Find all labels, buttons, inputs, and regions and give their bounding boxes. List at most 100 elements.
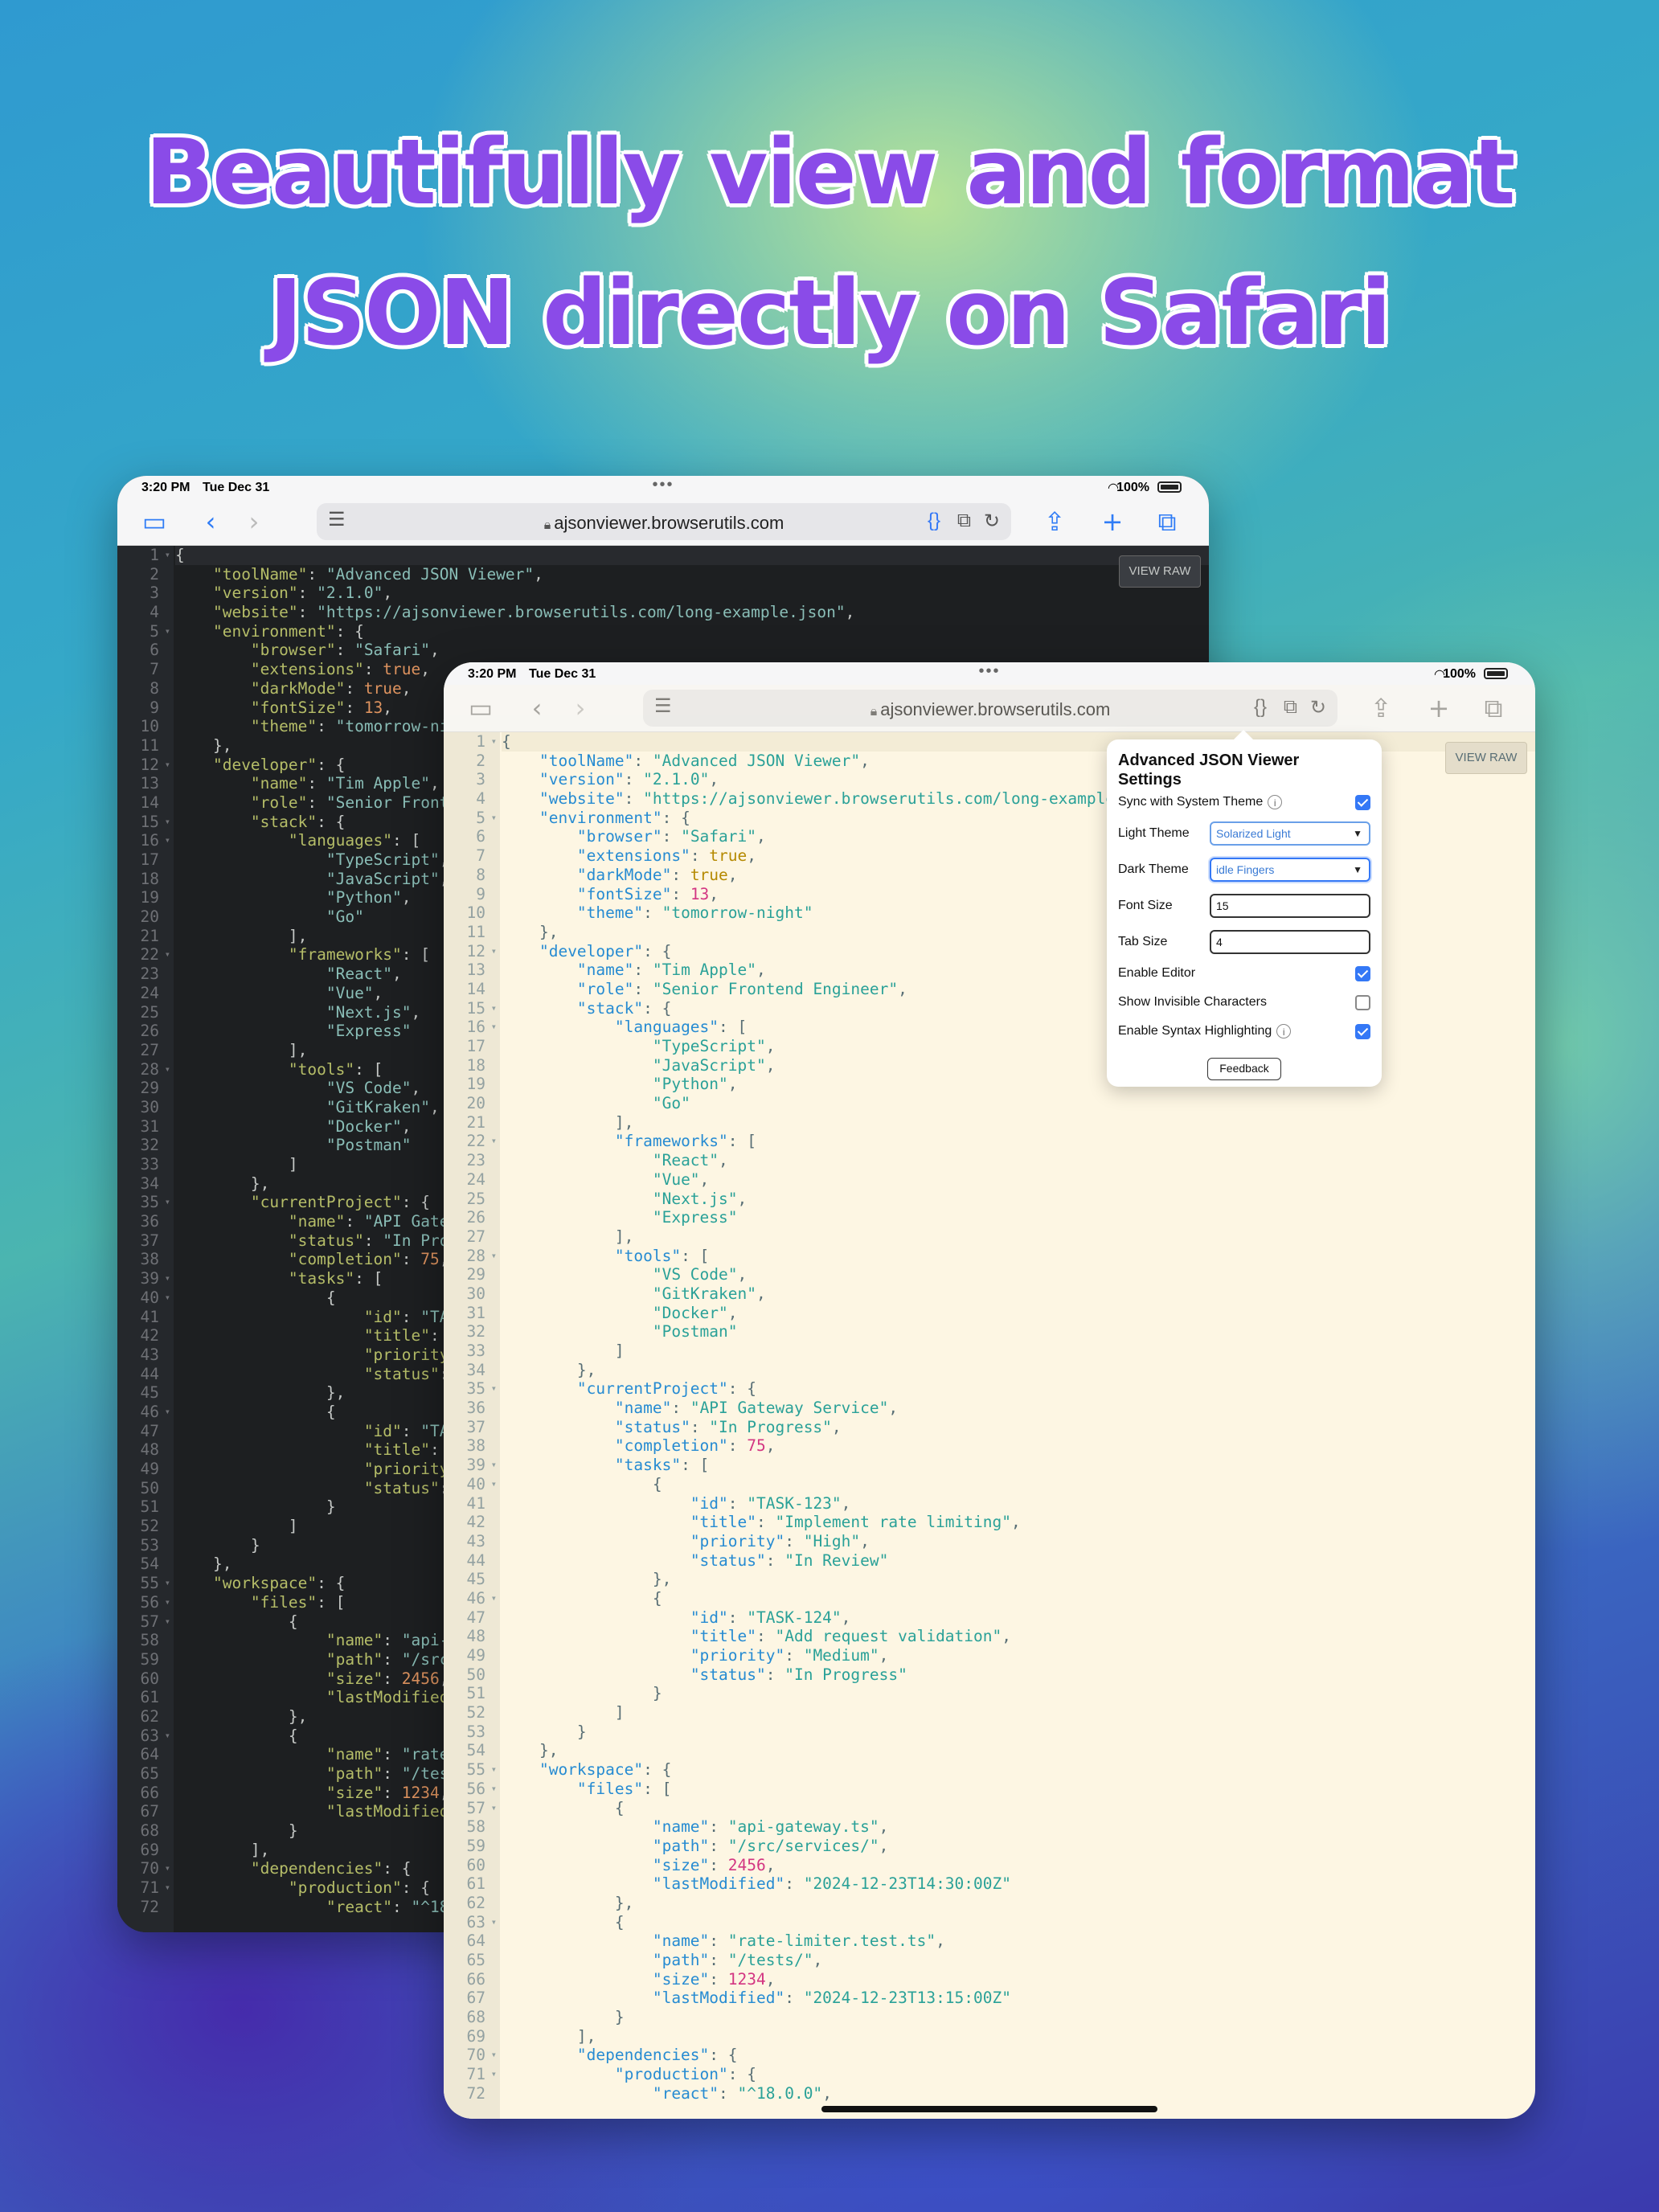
fold-arrow-icon[interactable]: ▾ [491, 1132, 497, 1151]
view-raw-button[interactable]: VIEW RAW [1119, 555, 1201, 588]
fold-arrow-icon[interactable]: ▾ [165, 546, 170, 565]
dark-theme-select[interactable]: idle Fingers ▼ [1210, 858, 1370, 882]
fold-arrow-icon[interactable]: ▾ [165, 1193, 170, 1212]
code-line[interactable]: "production": { [502, 2065, 1535, 2084]
code-line[interactable]: "workspace": { [502, 1760, 1535, 1780]
setting-show-invisible[interactable]: Show Invisible Characters [1118, 989, 1370, 1015]
fold-arrow-icon[interactable]: ▾ [165, 1878, 170, 1898]
code-line[interactable]: "name": "api-gateway.ts", [502, 1817, 1535, 1837]
code-line[interactable]: "website": "https://ajsonviewer.browseru… [175, 603, 1209, 622]
code-line[interactable]: ], [502, 1227, 1535, 1247]
code-line[interactable]: } [502, 2008, 1535, 2027]
sidebar-icon[interactable]: ▭ [138, 506, 170, 537]
fold-arrow-icon[interactable]: ▾ [165, 1288, 170, 1308]
code-line[interactable]: "priority": "Medium", [502, 1646, 1535, 1665]
forward-chevron-icon[interactable]: › [564, 693, 596, 723]
fold-arrow-icon[interactable]: ▾ [491, 1760, 497, 1780]
info-icon[interactable]: i [1268, 794, 1283, 809]
code-line[interactable]: "react": "^18.0.0", [502, 2084, 1535, 2103]
fold-arrow-icon[interactable]: ▾ [165, 1574, 170, 1593]
reload-icon[interactable]: ↻ [1310, 696, 1326, 719]
new-tab-plus-icon[interactable]: + [1096, 506, 1129, 537]
code-line[interactable]: "path": "/tests/", [502, 1951, 1535, 1970]
code-line[interactable]: "Docker", [502, 1304, 1535, 1323]
setting-dark-theme[interactable]: Dark Theme idle Fingers ▼ [1118, 857, 1370, 883]
extension-icon[interactable]: ⧉ [957, 510, 971, 532]
fold-arrow-icon[interactable]: ▾ [165, 1269, 170, 1288]
code-line[interactable]: ] [502, 1342, 1535, 1361]
fold-arrow-icon[interactable]: ▾ [165, 1727, 170, 1746]
fold-arrow-icon[interactable]: ▾ [491, 1799, 497, 1818]
code-line[interactable]: "version": "2.1.0", [175, 584, 1209, 603]
fold-arrow-icon[interactable]: ▾ [165, 622, 170, 641]
code-line[interactable]: "VS Code", [502, 1265, 1535, 1284]
code-line[interactable]: "files": [ [502, 1780, 1535, 1799]
setting-sync-system-theme[interactable]: Sync with System Theme i [1118, 789, 1370, 815]
code-line[interactable]: }, [502, 1741, 1535, 1760]
code-line[interactable]: "Go" [502, 1094, 1535, 1113]
light-theme-select[interactable]: Solarized Light ▼ [1210, 821, 1370, 846]
extension-icon[interactable]: ⧉ [1284, 696, 1297, 719]
forward-chevron-icon[interactable]: › [238, 506, 270, 537]
fold-arrow-icon[interactable]: ▾ [491, 1589, 497, 1608]
code-line[interactable]: }, [502, 1894, 1535, 1913]
code-line[interactable]: "status": "In Progress" [502, 1665, 1535, 1685]
code-line[interactable]: "dependencies": { [502, 2046, 1535, 2065]
code-line[interactable]: { [502, 1799, 1535, 1818]
fold-arrow-icon[interactable]: ▾ [491, 1475, 497, 1494]
code-line[interactable]: } [502, 1684, 1535, 1703]
fold-arrow-icon[interactable]: ▾ [491, 2046, 497, 2065]
fold-arrow-icon[interactable]: ▾ [165, 756, 170, 775]
code-line[interactable]: "frameworks": [ [502, 1132, 1535, 1151]
code-line[interactable]: "status": "In Review" [502, 1551, 1535, 1571]
fold-arrow-icon[interactable]: ▾ [165, 831, 170, 850]
setting-tab-size[interactable]: Tab Size 4 [1118, 929, 1370, 955]
code-line[interactable]: "priority": "High", [502, 1532, 1535, 1551]
code-line[interactable]: { [175, 546, 1209, 565]
tabs-overview-icon[interactable]: ⧉ [1151, 506, 1183, 537]
font-size-input[interactable]: 15 [1210, 894, 1370, 918]
fold-arrow-icon[interactable]: ▾ [491, 809, 497, 828]
json-extension-icon[interactable]: {} [928, 510, 940, 532]
reload-icon[interactable]: ↻ [984, 510, 1000, 533]
back-chevron-icon[interactable]: ‹ [521, 693, 553, 723]
code-line[interactable]: "title": "Implement rate limiting", [502, 1513, 1535, 1532]
tab-size-input[interactable]: 4 [1210, 930, 1370, 954]
fold-arrow-icon[interactable]: ▾ [491, 1247, 497, 1266]
code-line[interactable]: "React", [502, 1151, 1535, 1170]
enable-editor-checkbox[interactable] [1355, 966, 1370, 981]
fold-arrow-icon[interactable]: ▾ [491, 942, 497, 961]
code-line[interactable]: "id": "TASK-124", [502, 1608, 1535, 1628]
code-line[interactable]: "size": 1234, [502, 1970, 1535, 1989]
setting-light-theme[interactable]: Light Theme Solarized Light ▼ [1118, 821, 1370, 846]
code-line[interactable]: { [502, 1913, 1535, 1932]
code-line[interactable]: { [502, 1475, 1535, 1494]
fold-arrow-icon[interactable]: ▾ [491, 1456, 497, 1475]
multitasking-dots-icon[interactable]: ••• [652, 476, 674, 494]
setting-enable-editor[interactable]: Enable Editor [1118, 961, 1370, 986]
address-bar[interactable]: ☰ 🔒︎ ajsonviewer.browserutils.com {} ⧉ ↻ [317, 503, 1011, 540]
fold-arrow-icon[interactable]: ▾ [491, 1780, 497, 1799]
code-line[interactable]: "completion": 75, [502, 1436, 1535, 1456]
fold-arrow-icon[interactable]: ▾ [491, 2065, 497, 2084]
code-line[interactable]: ], [502, 2027, 1535, 2046]
feedback-button[interactable]: Feedback [1207, 1058, 1281, 1080]
show-invisible-checkbox[interactable] [1355, 995, 1370, 1010]
sync-theme-checkbox[interactable] [1355, 795, 1370, 810]
json-extension-icon[interactable]: {} [1254, 696, 1267, 719]
tabs-overview-icon[interactable]: ⧉ [1477, 693, 1509, 723]
code-line[interactable]: }, [502, 1570, 1535, 1589]
code-line[interactable]: "browser": "Safari", [175, 641, 1209, 660]
code-line[interactable]: "GitKraken", [502, 1284, 1535, 1304]
code-line[interactable]: "Next.js", [502, 1190, 1535, 1209]
fold-arrow-icon[interactable]: ▾ [491, 1913, 497, 1932]
code-line[interactable]: "name": "rate-limiter.test.ts", [502, 1931, 1535, 1951]
new-tab-plus-icon[interactable]: + [1423, 693, 1455, 723]
fold-arrow-icon[interactable]: ▾ [165, 1403, 170, 1422]
code-line[interactable]: "id": "TASK-123", [502, 1494, 1535, 1514]
fold-arrow-icon[interactable]: ▾ [165, 1612, 170, 1632]
home-indicator[interactable] [821, 2106, 1157, 2112]
sidebar-icon[interactable]: ▭ [465, 693, 497, 723]
code-line[interactable]: "currentProject": { [502, 1379, 1535, 1399]
fold-arrow-icon[interactable]: ▾ [491, 1018, 497, 1037]
